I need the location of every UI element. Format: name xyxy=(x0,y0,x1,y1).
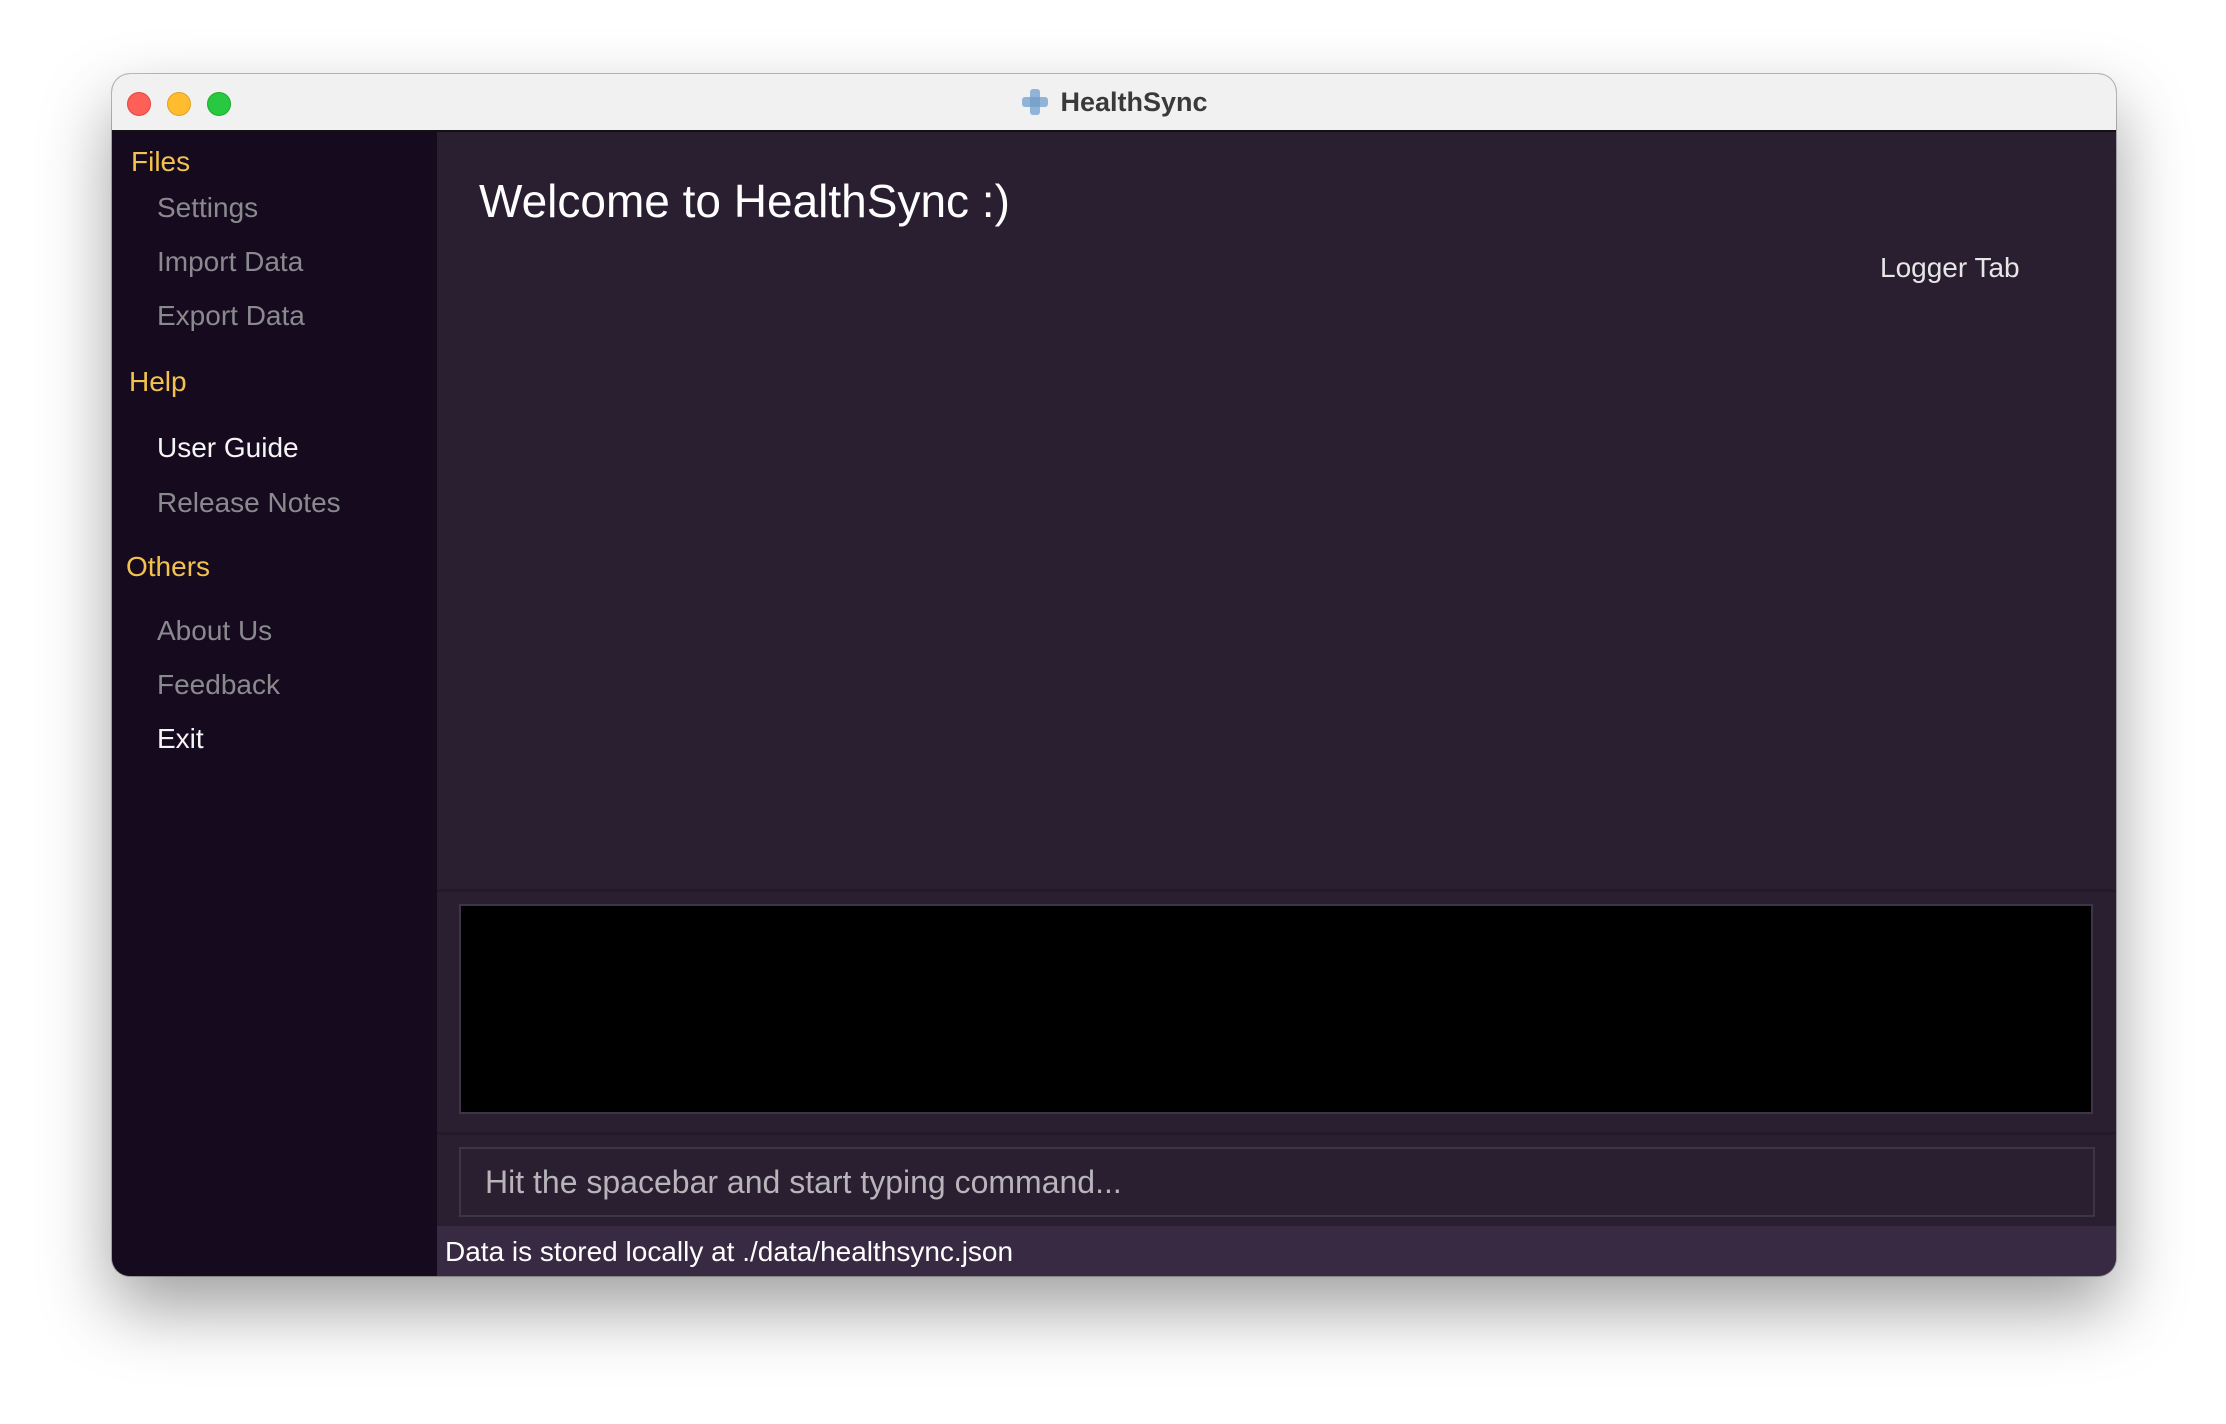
main-panel: Welcome to HealthSync :) Logger Tab xyxy=(437,132,2116,889)
storage-path-status: Data is stored locally at ./data/healths… xyxy=(445,1236,1014,1267)
medical-cross-icon xyxy=(1022,89,1049,115)
sidebar-item-feedback[interactable]: Feedback xyxy=(157,669,280,701)
result-display[interactable] xyxy=(459,904,2093,1114)
sidebar-item-release-notes[interactable]: Release Notes xyxy=(157,487,341,519)
command-box-panel xyxy=(437,1135,2116,1226)
tab-logger[interactable]: Logger Tab xyxy=(1880,252,2020,284)
sidebar-item-user-guide[interactable]: User Guide xyxy=(157,432,299,464)
sidebar-item-import-data[interactable]: Import Data xyxy=(157,246,303,278)
sidebar-item-export-data[interactable]: Export Data xyxy=(157,300,305,332)
sidebar: Files Settings Import Data Export Data H… xyxy=(112,132,437,1276)
sidebar-item-exit[interactable]: Exit xyxy=(157,723,204,755)
sidebar-section-files[interactable]: Files xyxy=(131,146,190,178)
sidebar-item-about-us[interactable]: About Us xyxy=(157,615,272,647)
command-input[interactable] xyxy=(459,1147,2095,1217)
sidebar-item-settings[interactable]: Settings xyxy=(157,192,258,224)
sidebar-section-others[interactable]: Others xyxy=(126,551,210,583)
welcome-heading: Welcome to HealthSync :) xyxy=(479,175,1010,227)
app-window: HealthSync Files Settings Import Data Ex… xyxy=(112,74,2116,1276)
status-bar: Data is stored locally at ./data/healths… xyxy=(437,1226,2116,1276)
sidebar-section-help[interactable]: Help xyxy=(129,366,187,398)
window-title-group: HealthSync xyxy=(112,74,2116,130)
result-display-panel xyxy=(437,892,2116,1132)
window-title: HealthSync xyxy=(1060,86,1208,117)
title-bar[interactable]: HealthSync xyxy=(112,74,2116,132)
